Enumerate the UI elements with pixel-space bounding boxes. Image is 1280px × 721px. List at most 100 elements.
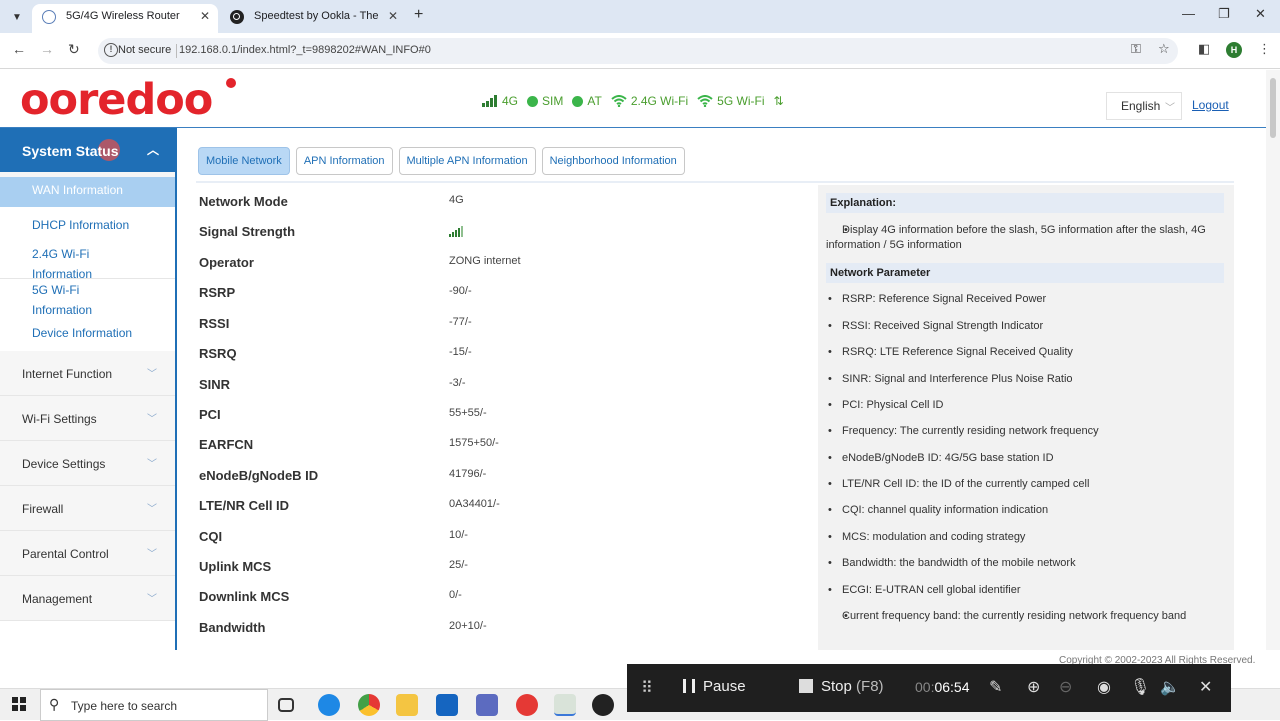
reload-icon[interactable]: ↻: [68, 41, 80, 58]
tab-search-chevron-icon[interactable]: ▼: [6, 6, 28, 28]
back-arrow-icon[interactable]: ←: [12, 41, 26, 57]
tab-mobile-network[interactable]: Mobile Network: [198, 147, 290, 175]
content-divider: [196, 181, 1234, 183]
bookmark-star-icon[interactable]: ☆: [1158, 41, 1170, 57]
security-label[interactable]: Not secure: [118, 44, 171, 56]
param-key: LTE/NR Cell ID: [199, 498, 290, 513]
webcam-icon[interactable]: ◉: [1097, 677, 1111, 697]
sidebar-item-24g-wifi-information[interactable]: 2.4G Wi-Fi Information: [0, 243, 175, 281]
pause-icon: [683, 679, 695, 693]
omnibox[interactable]: ! Not secure 192.168.0.1/index.html?_t=9…: [98, 38, 1178, 64]
zoom-out-icon[interactable]: ⊖: [1059, 677, 1072, 697]
sidebar-item-label: Management: [22, 592, 93, 606]
sidebar-item-internet-function[interactable]: Internet Function ﹀: [0, 351, 175, 396]
sidebar-item-5g-wifi-information[interactable]: 5G Wi-Fi Information: [0, 279, 175, 317]
status-label: 2.4G Wi-Fi: [630, 94, 689, 108]
param-row-rssi: RSSI -77/-: [198, 308, 810, 338]
sidebar-item-wan-information[interactable]: WAN Information: [0, 177, 175, 207]
timer-hours: 00:: [915, 679, 935, 695]
speaker-icon[interactable]: 🔈: [1160, 677, 1180, 697]
not-secure-icon[interactable]: !: [104, 43, 118, 57]
param-key: RSRQ: [199, 346, 237, 361]
network-app-icon[interactable]: [476, 694, 498, 716]
sidebar-section-system-status[interactable]: System Status ︿: [0, 128, 175, 172]
chevron-down-icon: ﹀: [147, 369, 157, 380]
window-close-icon[interactable]: ✕: [1255, 6, 1266, 22]
profile-avatar[interactable]: H: [1226, 42, 1242, 58]
sidebar-item-device-information[interactable]: Device Information: [0, 315, 175, 351]
explanation-item: Bandwidth: the bandwidth of the mobile n…: [828, 556, 1218, 571]
store-icon[interactable]: [436, 694, 458, 716]
zoom-in-icon[interactable]: ⊕: [1027, 677, 1040, 697]
new-tab-button[interactable]: +: [414, 6, 423, 24]
chrome-active-icon[interactable]: [554, 694, 576, 716]
explanation-item: RSRQ: LTE Reference Signal Received Qual…: [828, 345, 1218, 360]
ooredoo-logo: ooredoo: [20, 75, 213, 125]
microphone-icon[interactable]: 🎙: [1130, 677, 1150, 697]
maximize-icon[interactable]: ❐: [1218, 6, 1230, 22]
explanation-item: eNodeB/gNodeB ID: 4G/5G base station ID: [828, 451, 1218, 466]
wifi-icon: [611, 95, 627, 107]
tab-apn-information[interactable]: APN Information: [295, 147, 393, 175]
param-key: CQI: [199, 529, 223, 544]
scrollbar-thumb[interactable]: [1270, 78, 1276, 138]
chrome-icon[interactable]: [358, 694, 380, 716]
forward-arrow-icon[interactable]: →: [40, 41, 54, 57]
param-key: Operator: [199, 255, 254, 270]
media-player-icon[interactable]: [592, 694, 614, 716]
tab-neighborhood-information[interactable]: Neighborhood Information: [541, 147, 685, 175]
drag-grip-icon[interactable]: ⠿: [641, 678, 654, 698]
wifi-icon: [697, 95, 713, 107]
param-value: 25/-: [449, 559, 468, 571]
pen-icon[interactable]: ✎: [989, 677, 1002, 697]
minimize-icon[interactable]: —: [1182, 6, 1195, 21]
password-key-icon[interactable]: ⚿: [1131, 41, 1141, 57]
close-tab-icon[interactable]: ✕: [200, 4, 210, 29]
signal-strength-bars-icon: [449, 226, 468, 240]
sidebar-item-wifi-settings[interactable]: Wi-Fi Settings ﹀: [0, 396, 175, 441]
logout-link[interactable]: Logout: [1192, 98, 1229, 112]
tab-multiple-apn-information[interactable]: Multiple APN Information: [398, 147, 536, 175]
browser-tab-speedtest[interactable]: Speedtest by Ookla - The Globa ✕: [220, 4, 406, 33]
pause-button[interactable]: Pause: [683, 678, 746, 695]
status-wifi-24: 2.4G Wi-Fi: [611, 94, 688, 108]
language-select[interactable]: English ﹀: [1106, 92, 1182, 120]
browser-menu-icon[interactable]: ⋮: [1258, 41, 1271, 57]
green-dot-icon: [527, 95, 539, 107]
sidebar-item-management[interactable]: Management ﹀: [0, 576, 175, 621]
url-text[interactable]: 192.168.0.1/index.html?_t=9898202#WAN_IN…: [179, 44, 431, 56]
wan-subtabs: Mobile Network APN Information Multiple …: [198, 147, 691, 175]
sidebar-item-label: Firewall: [22, 502, 64, 516]
sidebar-item-parental-control[interactable]: Parental Control ﹀: [0, 531, 175, 576]
page-scrollbar[interactable]: [1266, 70, 1280, 650]
stop-button[interactable]: Stop (F8): [799, 678, 884, 695]
huawei-icon[interactable]: [516, 694, 538, 716]
param-value: 4G: [449, 194, 464, 206]
router-header: ooredoo 4G SIM AT 2.4G Wi-Fi 5G Wi-Fi ⇅ …: [0, 70, 1266, 128]
edge-browser-icon[interactable]: [318, 694, 340, 716]
tab-title: Speedtest by Ookla - The Globa: [254, 10, 382, 22]
side-panel-icon[interactable]: ◧: [1198, 41, 1210, 57]
sidebar-item-firewall[interactable]: Firewall ﹀: [0, 486, 175, 531]
file-explorer-icon[interactable]: [396, 694, 418, 716]
status-label: 4G: [502, 94, 519, 108]
param-row-signal-strength: Signal Strength: [198, 216, 810, 246]
close-tab-icon[interactable]: ✕: [388, 4, 398, 29]
tab-title: 5G/4G Wireless Router: [66, 10, 180, 22]
sidebar-item-dhcp-information[interactable]: DHCP Information: [0, 207, 175, 243]
chevron-down-icon: ﹀: [147, 414, 157, 425]
status-sim: SIM: [527, 94, 563, 108]
status-at: AT: [572, 94, 602, 108]
windows-start-icon[interactable]: [12, 697, 26, 711]
close-recorder-icon[interactable]: ✕: [1199, 677, 1212, 697]
browser-tab-router[interactable]: 5G/4G Wireless Router ✕: [32, 4, 218, 33]
param-value: -3/-: [449, 377, 466, 389]
sidebar-item-device-settings[interactable]: Device Settings ﹀: [0, 441, 175, 486]
stop-shortcut: (F8): [856, 678, 884, 695]
sidebar: System Status ︿ WAN Information DHCP Inf…: [0, 128, 177, 650]
param-row-pci: PCI 55+55/-: [198, 399, 810, 429]
param-row-network-mode: Network Mode 4G: [198, 186, 810, 216]
taskbar-search-box[interactable]: ⚲ Type here to search: [40, 689, 268, 721]
task-view-icon[interactable]: [278, 698, 294, 712]
chevron-up-icon: ︿: [146, 143, 159, 157]
